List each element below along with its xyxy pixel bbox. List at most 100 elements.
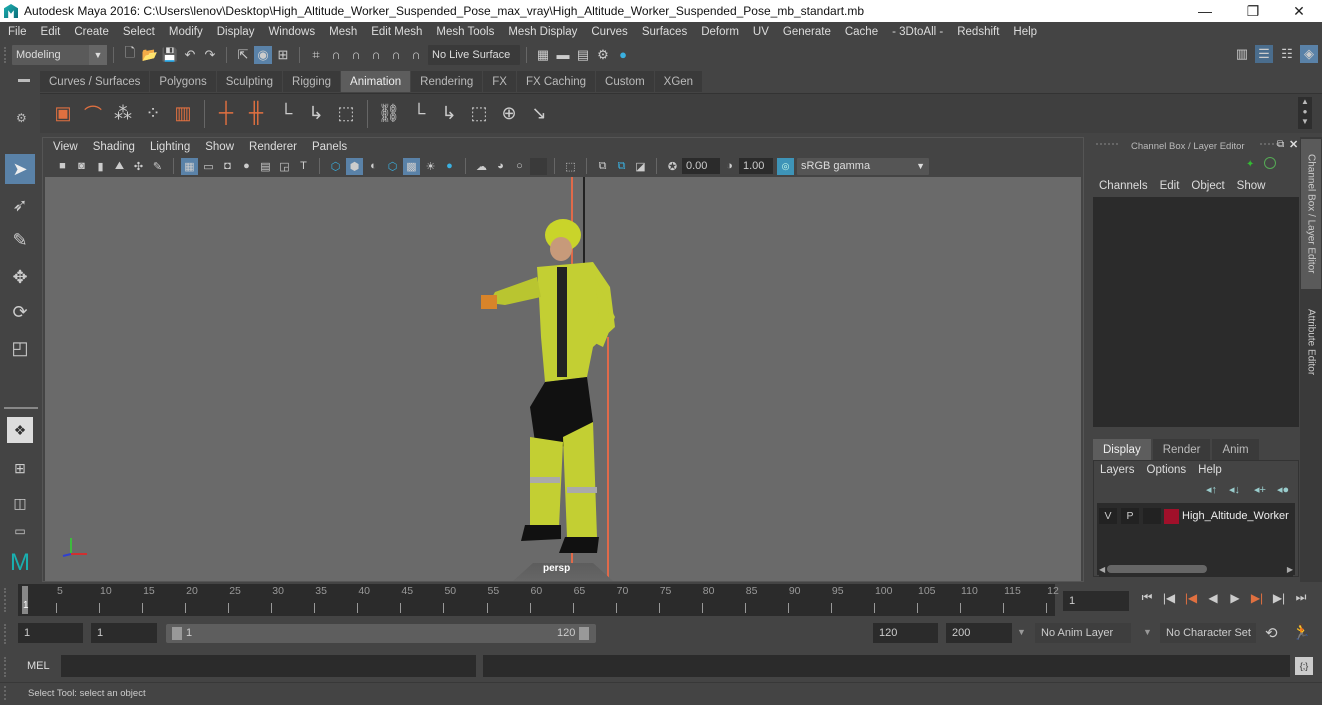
motion-blur-icon[interactable]: ◕ <box>492 158 509 175</box>
anim-layer-dropdown[interactable]: No Anim Layer <box>1035 623 1131 643</box>
shelf-tab-xgen[interactable]: XGen <box>654 71 703 92</box>
animation-preferences-icon[interactable]: 🏃 <box>1292 623 1311 641</box>
shelf-tab-fx[interactable]: FX <box>483 71 516 92</box>
select-hierarchy-icon[interactable]: ⇱ <box>234 46 252 64</box>
playback-start-field[interactable]: 1 <box>91 623 157 643</box>
shelf-menu-icon[interactable] <box>18 79 30 82</box>
field-chart-icon[interactable]: ▤ <box>257 158 274 175</box>
grid-icon[interactable]: ▦ <box>181 157 198 175</box>
create-clip-icon[interactable]: ▥ <box>169 100 197 128</box>
range-end-handle[interactable] <box>579 627 589 640</box>
smooth-shade-icon[interactable]: ⬢ <box>346 157 363 175</box>
channel-list[interactable] <box>1093 197 1299 427</box>
pole-vector-icon[interactable]: ↘ <box>525 100 553 128</box>
menu-generate[interactable]: Generate <box>783 26 831 38</box>
shelf-scrollbar[interactable]: ▲ ● ▼ <box>1298 97 1312 129</box>
isolate-select-icon[interactable]: ⬚ <box>562 158 579 175</box>
tab-render[interactable]: Render <box>1152 439 1211 461</box>
outliner-layout-icon[interactable]: ▭ <box>5 522 35 540</box>
menu-edit[interactable]: Edit <box>41 26 61 38</box>
select-component-icon[interactable]: ⊞ <box>274 46 292 64</box>
viewport-menu-shading[interactable]: Shading <box>93 141 135 153</box>
xray-joints-icon[interactable]: ⧉ <box>613 158 630 175</box>
current-frame-field[interactable]: 1 <box>1063 591 1129 611</box>
bookmark-icon[interactable]: ▮ <box>92 158 109 175</box>
motion-trail-icon[interactable]: ⌒ <box>79 100 107 128</box>
grip-handle[interactable] <box>4 657 12 677</box>
lasso-tool-icon[interactable]: ➶ <box>5 190 35 220</box>
set-key-icon[interactable]: ┼ <box>212 100 240 128</box>
step-forward-key-icon[interactable]: ▶| <box>1246 591 1268 605</box>
scroll-right-icon[interactable]: ▶ <box>1287 565 1293 574</box>
shelf-tab-animation[interactable]: Animation <box>341 71 411 92</box>
wireframe-on-shaded-icon[interactable]: ⬡ <box>384 158 401 175</box>
textured-icon[interactable]: ▩ <box>403 157 420 175</box>
shelf-settings-icon[interactable]: ⚙ <box>16 111 27 125</box>
menu-create[interactable]: Create <box>74 26 109 38</box>
snap-curve-icon[interactable]: ∩ <box>327 46 345 64</box>
step-forward-frame-icon[interactable]: ▶| <box>1268 591 1290 605</box>
close-button[interactable]: ✕ <box>1276 0 1322 22</box>
3d-viewport[interactable]: persp <box>45 177 1081 581</box>
play-backwards-icon[interactable]: ◀ <box>1202 591 1224 605</box>
new-scene-icon[interactable]: 🗋 <box>121 45 139 64</box>
viewport-menu-view[interactable]: View <box>53 141 78 153</box>
resolution-gate-icon[interactable]: ◘ <box>219 158 236 175</box>
grip-handle[interactable] <box>4 588 12 612</box>
snap-point-icon[interactable]: ∩ <box>347 46 365 64</box>
render-view-icon[interactable]: ▦ <box>534 46 552 64</box>
safe-action-icon[interactable]: ◲ <box>276 158 293 175</box>
move-layer-up-icon[interactable]: ◂↑ <box>1206 483 1217 496</box>
ghost-icon[interactable]: ⁂ <box>109 100 137 128</box>
range-slider[interactable]: 1 120 <box>166 624 596 643</box>
step-back-frame-icon[interactable]: |◀ <box>1158 591 1180 605</box>
image-plane-icon[interactable]: ⛰ <box>111 158 128 175</box>
worker-model[interactable] <box>475 207 655 557</box>
ik-handle-icon[interactable]: ↳ <box>302 100 330 128</box>
step-back-key-icon[interactable]: |◀ <box>1180 591 1202 605</box>
grip-handle[interactable] <box>1096 143 1118 149</box>
2d-pan-zoom-icon[interactable]: ✣ <box>130 158 147 175</box>
set-breakdown-icon[interactable]: ╫ <box>242 100 270 128</box>
live-surface-field[interactable]: No Live Surface <box>428 44 520 65</box>
grip-handle[interactable] <box>4 686 12 700</box>
anim-layer-dropdown-arrow-icon[interactable]: ▼ <box>1017 627 1026 637</box>
play-forwards-icon[interactable]: ▶ <box>1224 591 1246 605</box>
render-settings-icon[interactable]: ⚙ <box>594 46 612 64</box>
menu-mesh-display[interactable]: Mesh Display <box>508 26 577 38</box>
snap-view-plane-icon[interactable]: ∩ <box>367 46 385 64</box>
manipulator-axis-icon[interactable]: ✦ <box>1246 159 1254 170</box>
point-constraint-icon[interactable]: └ <box>405 100 433 128</box>
layer-display-type-toggle[interactable] <box>1143 508 1161 524</box>
unghost-icon[interactable]: ⁘ <box>139 100 167 128</box>
redo-icon[interactable]: ↷ <box>201 46 219 64</box>
new-layer-from-selected-icon[interactable]: ◂● <box>1277 483 1289 496</box>
anti-aliasing-icon[interactable]: ○ <box>511 158 528 175</box>
gate-mask-icon[interactable]: ● <box>238 158 255 175</box>
screen-space-ao-icon[interactable]: ☁ <box>473 158 490 175</box>
use-all-lights-icon[interactable]: ☀ <box>422 158 439 175</box>
scroll-left-icon[interactable]: ◀ <box>1099 565 1105 574</box>
show-menu[interactable]: Show <box>1237 180 1266 192</box>
tab-anim[interactable]: Anim <box>1212 439 1259 461</box>
side-tab-channel-box[interactable]: Channel Box / Layer Editor <box>1301 139 1321 289</box>
script-editor-icon[interactable]: {;} <box>1295 657 1313 675</box>
menu-uv[interactable]: UV <box>753 26 769 38</box>
gamma-field[interactable]: 1.00 <box>739 158 773 174</box>
range-start-handle[interactable] <box>172 627 182 640</box>
select-object-icon[interactable]: ◉ <box>254 45 272 64</box>
make-live-icon[interactable]: ∩ <box>407 46 425 64</box>
menu-mesh-tools[interactable]: Mesh Tools <box>436 26 494 38</box>
restore-button[interactable]: ❐ <box>1230 0 1276 22</box>
modeling-toolkit-icon[interactable]: ▥ <box>1233 45 1251 63</box>
two-pane-layout-icon[interactable]: ◫ <box>5 488 35 518</box>
scroll-thumb[interactable] <box>1107 565 1208 573</box>
layer-name[interactable]: High_Altitude_Worker <box>1182 510 1289 522</box>
shelf-tab-rigging[interactable]: Rigging <box>283 71 341 92</box>
new-empty-layer-icon[interactable]: ◂+ <box>1254 483 1266 496</box>
menu-windows[interactable]: Windows <box>268 26 315 38</box>
menuset-dropdown[interactable]: Modeling ▼ <box>12 44 107 65</box>
menu-deform[interactable]: Deform <box>701 26 739 38</box>
time-slider[interactable]: 1 5 10 15 20 25 30 35 40 45 50 55 60 65 70 75 80 85 90 95 1… <box>18 584 1059 616</box>
parent-constraint-icon[interactable]: ⛓ <box>375 100 403 128</box>
